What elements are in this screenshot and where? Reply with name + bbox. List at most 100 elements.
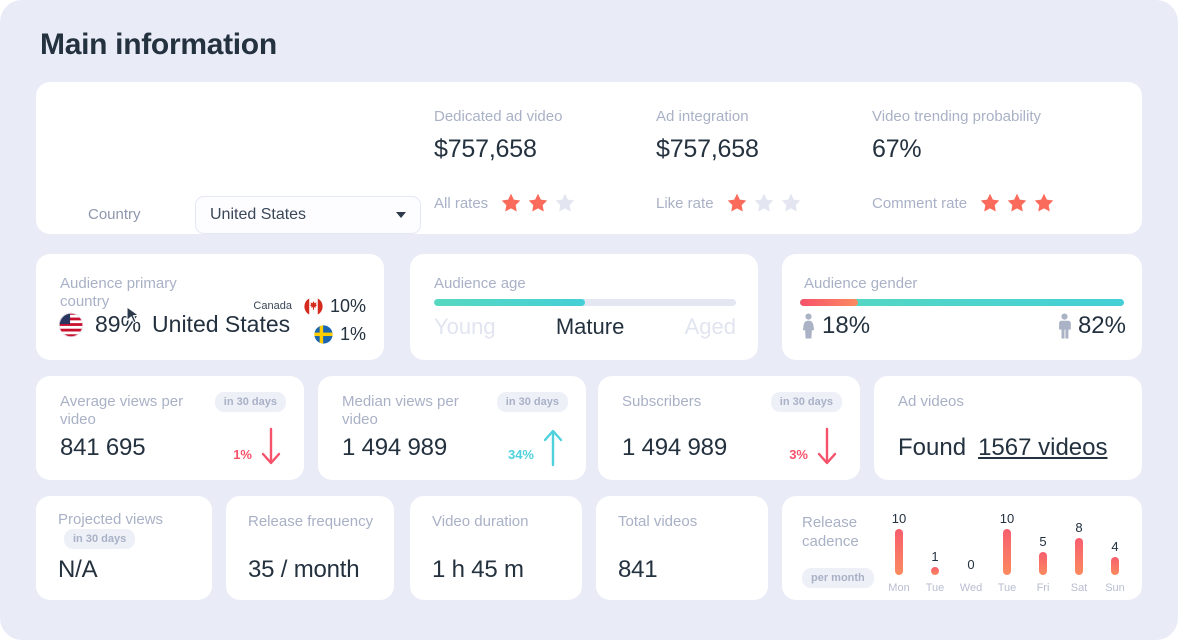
ad-videos-card: Ad videos Found 1567 videos <box>874 376 1142 480</box>
star-rating-like-rate[interactable] <box>726 192 802 214</box>
age-stop-young: Young <box>434 314 496 339</box>
chart-column[interactable]: 1 Tue <box>918 504 952 594</box>
stat-badge: in 30 days <box>64 529 136 550</box>
stat-delta-percent: 34% <box>507 447 534 462</box>
total-videos-card: Total videos 841 <box>596 496 768 600</box>
stat-value: 1 494 989 <box>622 434 727 461</box>
metric-label: Video trending probability <box>872 108 1042 125</box>
chart-column[interactable]: 8 Sat <box>1062 504 1096 594</box>
release-frequency-card: Release frequency 35 / month <box>226 496 394 600</box>
chart-column[interactable]: 10 Mon <box>882 504 916 594</box>
star-rating-all-rates[interactable] <box>500 192 576 214</box>
rating-row-label: All rates <box>434 194 489 212</box>
rating-row-label: Comment rate <box>872 194 968 212</box>
flag-us-icon <box>58 312 84 337</box>
dashboard-page: Main information Country United States A… <box>0 0 1178 640</box>
projected-views-card: Projected views in 30 days N/A <box>36 496 212 600</box>
video-duration-card: Video duration 1 h 45 m <box>410 496 582 600</box>
chart-bar <box>895 529 903 575</box>
audience-gender-card: Audience gender 18% 82% <box>782 254 1142 360</box>
card-title: Release frequency <box>248 513 374 530</box>
subscribers-card: Subscribers in 30 days 1 494 989 3% <box>598 376 860 480</box>
other-country-row[interactable]: Canada 10% <box>246 292 366 320</box>
card-title: Audience gender <box>804 275 918 292</box>
flag-ca-icon <box>304 296 323 316</box>
chart-column[interactable]: 0 Wed <box>954 504 988 594</box>
stat-badge: in 30 days <box>214 392 286 412</box>
release-cadence-card: Release cadence per month 10 Mon 1 Tue 0 Wed 1… <box>782 496 1142 600</box>
rating-comment-rate: Comment rate <box>872 192 1055 214</box>
card-title: Audience age <box>434 275 526 292</box>
audience-age-card: Audience age Young Mature Aged <box>410 254 758 360</box>
chart-bar <box>1111 557 1119 575</box>
main-information-card: Country United States Audience rating A … <box>36 82 1142 295</box>
metric-value: 67% <box>872 135 922 163</box>
found-label: Found <box>898 434 967 461</box>
release-cadence-header: Release cadence per month <box>802 514 878 588</box>
chart-value-label: 10 <box>999 511 1015 526</box>
arrow-up-icon <box>543 429 563 467</box>
ad-videos-link[interactable]: 1567 videos <box>978 434 1107 462</box>
chart-column[interactable]: 4 Sun <box>1098 504 1132 594</box>
stat-delta-percent: 1% <box>233 447 252 462</box>
chart-value-label: 4 <box>1111 539 1119 554</box>
gender-bar-female-fill <box>800 299 859 306</box>
metric-ad-integration: Ad integration $757,658 <box>656 108 759 164</box>
age-stop-aged: Aged <box>684 314 736 339</box>
male-icon <box>1059 313 1071 339</box>
other-countries-list: Canada 10% 1% <box>246 292 366 348</box>
gender-bar-track <box>800 299 1124 306</box>
mouse-cursor-icon <box>126 306 140 324</box>
country-select[interactable]: United States <box>195 196 421 234</box>
stat-title: Subscribers <box>622 393 702 410</box>
other-country-row[interactable]: 1% <box>246 320 366 348</box>
star-icon-filled <box>727 193 746 212</box>
total-videos-value: 841 <box>618 556 658 583</box>
stat-badge: in 30 days <box>770 392 842 412</box>
stat-title: Median views per video <box>342 393 459 429</box>
star-rating-comment-rate[interactable] <box>979 192 1055 214</box>
release-frequency-value: 35 / month <box>248 556 360 583</box>
chart-column[interactable]: 10 Tue <box>990 504 1024 594</box>
country-select-value: United States <box>210 206 307 223</box>
rating-all-rates: All rates <box>434 192 576 214</box>
other-country-percent: 10% <box>329 295 366 316</box>
stat-delta: 1% <box>233 426 284 468</box>
chart-category-label: Wed <box>959 582 983 594</box>
gender-male: 82% <box>1056 312 1126 340</box>
chart-category-label: Fri <box>1036 582 1050 594</box>
star-icon-filled <box>1034 193 1054 212</box>
chart-column[interactable]: 5 Fri <box>1026 504 1060 594</box>
video-duration-value: 1 h 45 m <box>432 556 524 583</box>
metric-value: $757,658 <box>434 135 537 163</box>
chart-bar <box>1075 538 1083 575</box>
chart-value-label: 5 <box>1039 534 1047 549</box>
other-country-percent: 1% <box>339 323 366 344</box>
gender-female: 18% <box>800 312 870 340</box>
star-icon-filled <box>1007 193 1027 212</box>
slider-fill <box>434 299 585 306</box>
metric-label: Ad integration <box>656 108 749 125</box>
stat-delta: 34% <box>508 426 566 468</box>
card-title: Video duration <box>432 513 529 530</box>
star-icon-filled <box>528 193 548 212</box>
chart-value-label: 10 <box>891 511 907 526</box>
metric-value: $757,658 <box>656 135 759 163</box>
stat-title: Average views per video <box>60 393 184 429</box>
age-stop-mature: Mature <box>555 314 625 339</box>
chart-category-label: Sat <box>1070 582 1088 594</box>
chart-bar <box>1039 552 1047 575</box>
audience-primary-country-card: Audience primary country 89% United Stat… <box>36 254 384 360</box>
audience-age-slider[interactable] <box>434 299 736 306</box>
flag-se-icon <box>314 324 333 344</box>
stat-delta: 3% <box>789 426 840 468</box>
chart-category-label: Mon <box>888 582 910 594</box>
card-title: Total videos <box>618 513 698 530</box>
star-icon-filled <box>501 193 521 212</box>
chart-category-label: Tue <box>925 582 945 594</box>
stat-delta-percent: 3% <box>789 447 808 462</box>
rating-row-label: Like rate <box>656 194 714 212</box>
metric-video-trending-probability: Video trending probability 67% <box>872 108 1041 164</box>
chart-category-label: Tue <box>997 582 1017 594</box>
arrow-down-icon <box>817 427 837 465</box>
